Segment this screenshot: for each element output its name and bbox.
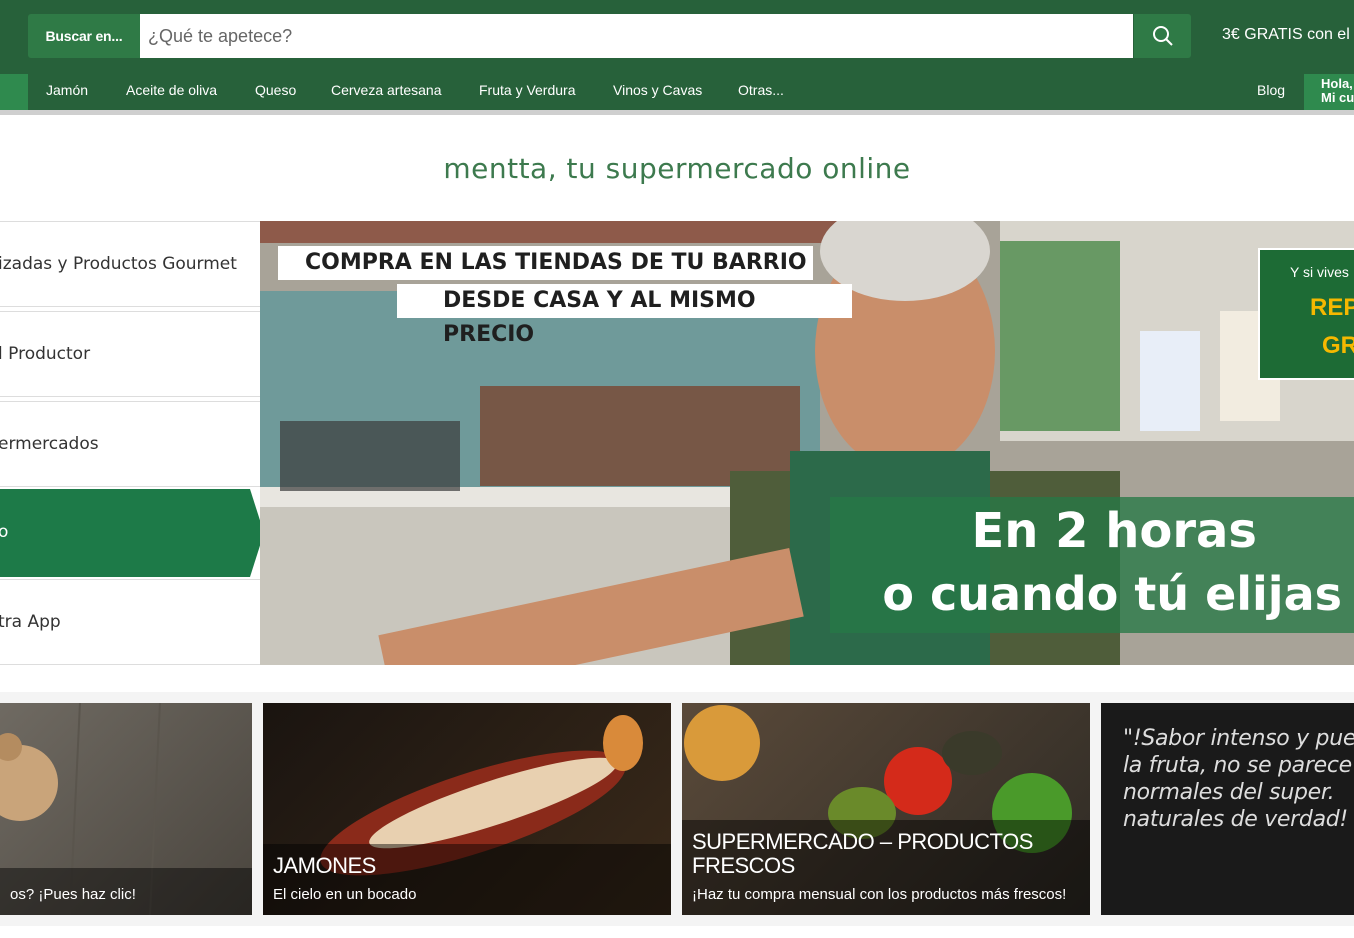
hero-promo-line-2: REP [1310, 294, 1354, 321]
nav-item-aceite[interactable]: Aceite de oliva [126, 82, 217, 98]
tile-caption: SUPERMERCADO – PRODUCTOS FRESCOS ¡Haz tu… [682, 820, 1090, 915]
search-button[interactable] [1133, 14, 1191, 58]
quote-line: la fruta, no se parece [1123, 753, 1352, 778]
tile-jamones[interactable]: JAMONES El cielo en un bocado [263, 703, 671, 915]
nav-item-jamon[interactable]: Jamón [46, 82, 88, 98]
tile-subtitle: ¡Haz tu compra mensual con los productos… [692, 886, 1067, 903]
sidebar-item-app[interactable]: tra App [0, 579, 260, 665]
promo-text[interactable]: 3€ GRATIS con el [1222, 26, 1350, 44]
search-input[interactable] [140, 14, 1133, 58]
sidebar-item-label: tra App [0, 612, 61, 632]
sidebar-item-productor[interactable]: l Productor [0, 311, 260, 397]
quote-line: naturales de verdad! [1123, 807, 1348, 832]
account-button[interactable]: Hola, Mi cu [1304, 74, 1354, 110]
hero-banner[interactable]: COMPRA EN LAS TIENDAS DE TU BARRIO DESDE… [260, 221, 1354, 665]
nav-accent [0, 74, 28, 110]
hero-promo-box[interactable]: Y si vives REP GR [1258, 248, 1354, 380]
blog-link[interactable]: Blog [1257, 82, 1285, 98]
sidebar-item-label: ermercados [0, 434, 99, 454]
header-divider [0, 110, 1354, 115]
page-tagline: mentta, tu supermercado online [443, 152, 911, 185]
tile-caption: JAMONES El cielo en un bocado [263, 844, 671, 915]
quote-line: "!Sabor intenso y pue [1123, 726, 1354, 751]
search-scope-dropdown[interactable]: Buscar en... [28, 14, 140, 58]
tile-testimonial[interactable]: "!Sabor intenso y pue la fruta, no se pa… [1101, 703, 1354, 915]
account-label: Mi cu [1321, 90, 1354, 105]
hero-headline-1: En 2 horas [971, 503, 1257, 559]
tile-title: JAMONES [273, 853, 376, 878]
sidebar-item-active[interactable]: o [0, 489, 260, 575]
account-greeting: Hola, [1321, 76, 1353, 91]
tile-gifts[interactable]: os? ¡Pues haz clic! [0, 703, 252, 915]
nav-item-cerveza[interactable]: Cerveza artesana [331, 82, 442, 98]
nav-item-queso[interactable]: Queso [255, 82, 296, 98]
quote-line: normales del super. [1123, 780, 1335, 805]
category-nav: Jamón Aceite de oliva Queso Cerveza arte… [0, 74, 1354, 110]
hero-label-1: COMPRA EN LAS TIENDAS DE TU BARRIO [278, 246, 813, 280]
search-bar: Buscar en... [28, 14, 1191, 58]
nav-item-otras[interactable]: Otras... [738, 82, 784, 98]
testimonial-quote: "!Sabor intenso y pue la fruta, no se pa… [1123, 725, 1354, 833]
tile-supermercado[interactable]: SUPERMERCADO – PRODUCTOS FRESCOS ¡Haz tu… [682, 703, 1090, 915]
header: Buscar en... 3€ GRATIS con el Jamón Acei… [0, 0, 1354, 112]
tile-title: SUPERMERCADO – PRODUCTOS FRESCOS [692, 829, 1033, 878]
tile-subtitle: os? ¡Pues haz clic! [10, 886, 136, 903]
sidebar-item-label: o [0, 522, 9, 542]
search-icon [1152, 26, 1173, 46]
sidebar-item-gourmet[interactable]: izadas y Productos Gourmet [0, 221, 260, 307]
sidebar-item-label: izadas y Productos Gourmet [0, 254, 237, 274]
sidebar-item-supermercados[interactable]: ermercados [0, 401, 260, 487]
hero-promo-line-3: GR [1322, 332, 1354, 359]
nav-item-fruta[interactable]: Fruta y Verdura [479, 82, 576, 98]
hero-promo-line-1: Y si vives [1290, 264, 1349, 280]
sidebar-menu: izadas y Productos Gourmet l Productor e… [0, 221, 264, 665]
tile-subtitle: El cielo en un bocado [273, 886, 417, 903]
hero-label-2: DESDE CASA Y AL MISMO PRECIO [397, 284, 852, 347]
hero-headline-2: o cuando tú elijas [882, 567, 1342, 621]
nav-item-vinos[interactable]: Vinos y Cavas [613, 82, 702, 98]
tile-caption: os? ¡Pues haz clic! [0, 868, 252, 915]
sidebar-item-label: l Productor [0, 344, 91, 364]
